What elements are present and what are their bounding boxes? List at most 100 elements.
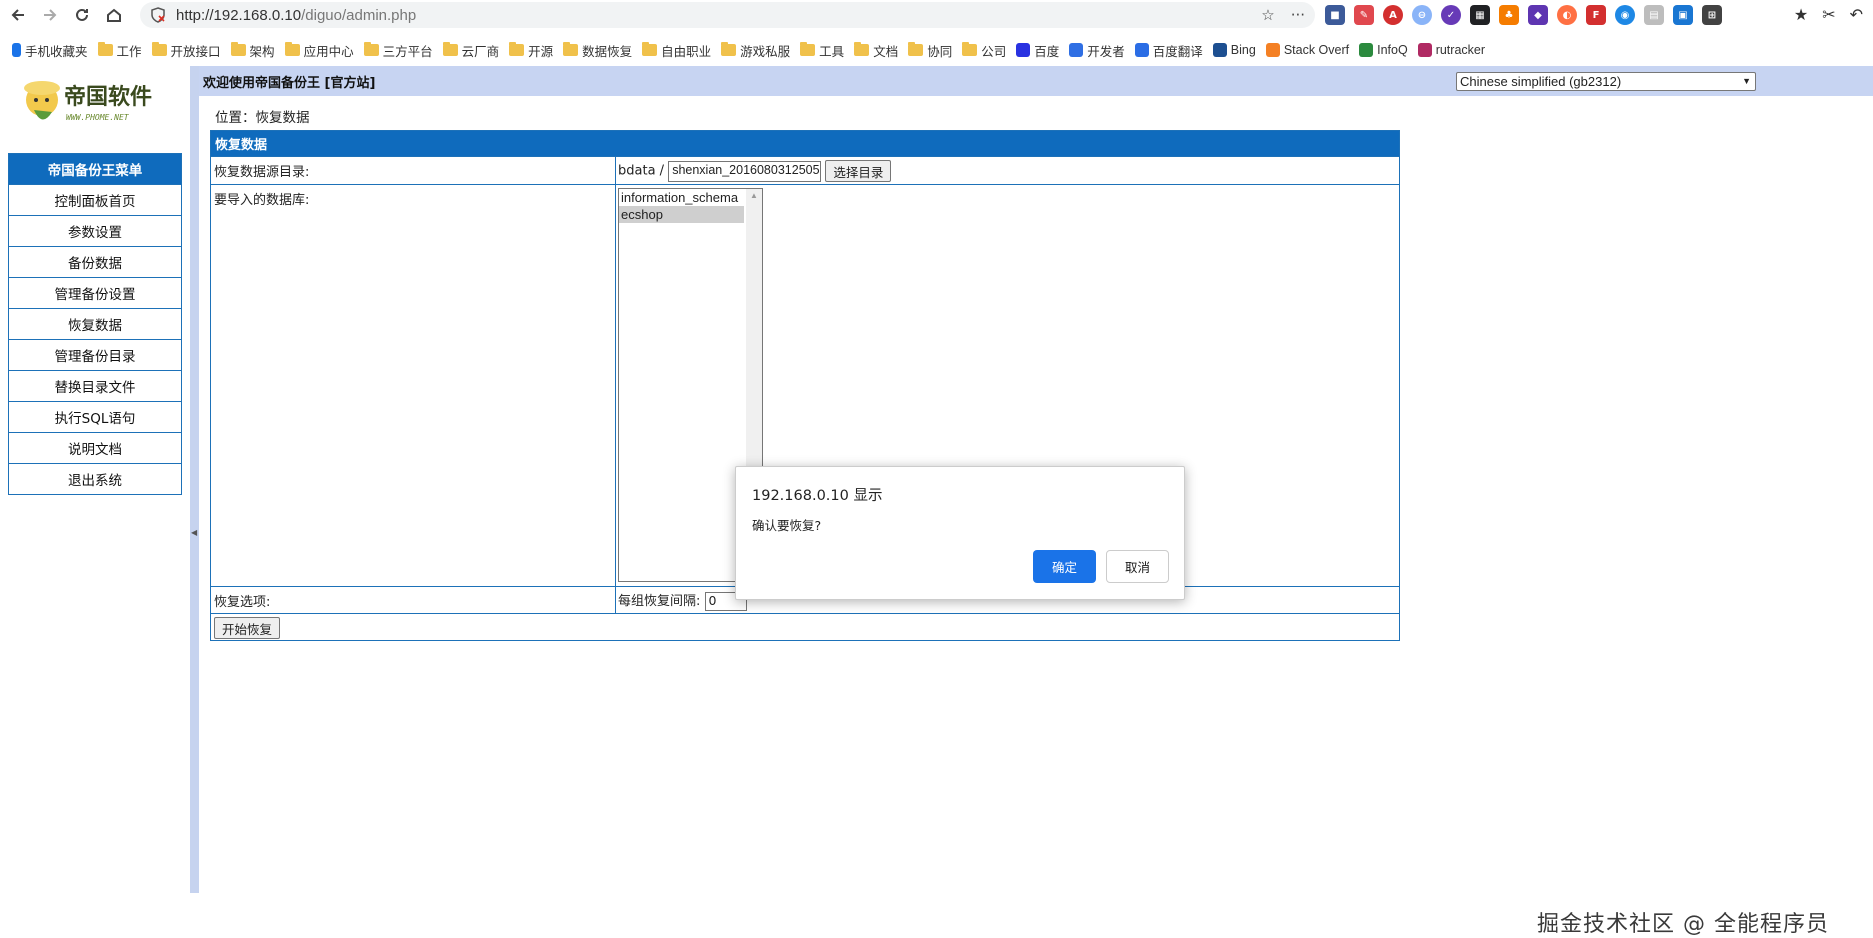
bookmark-label: 协同: [927, 44, 953, 59]
extension-icon[interactable]: ⊞: [1702, 5, 1722, 25]
extension-icon[interactable]: ▦: [1470, 5, 1490, 25]
bookmark-item[interactable]: 架构: [230, 41, 275, 60]
bookmark-item[interactable]: 工作: [97, 41, 142, 60]
bookmark-label: 三方平台: [382, 44, 433, 59]
bookmark-label: 百度翻译: [1152, 44, 1203, 59]
folder-icon: [962, 42, 978, 56]
bookmark-item[interactable]: 百度: [1016, 41, 1059, 60]
bookmark-label: Stack Overf: [1283, 43, 1350, 57]
sidebar-item-manage-backup-settings[interactable]: 管理备份设置: [9, 277, 181, 308]
bookmark-item[interactable]: 云厂商: [442, 41, 500, 60]
favicon-icon: [1212, 43, 1227, 57]
forward-icon[interactable]: [36, 1, 64, 29]
address-bar[interactable]: http://192.168.0.10/diguo/admin.php ☆ ··…: [140, 2, 1315, 28]
extension-icon[interactable]: ✎: [1354, 5, 1374, 25]
sidebar-item-control-panel[interactable]: 控制面板首页: [9, 184, 181, 215]
extension-icon[interactable]: ■: [1325, 5, 1345, 25]
source-dir-prefix: bdata /: [618, 163, 665, 179]
extension-icon[interactable]: ◉: [1615, 5, 1635, 25]
options-label: 恢复选项:: [211, 587, 616, 613]
bookmark-item[interactable]: InfoQ: [1359, 43, 1408, 57]
bookmark-item[interactable]: 自由职业: [642, 41, 711, 60]
menu-title: 帝国备份王菜单: [9, 154, 181, 184]
bookmark-label: 应用中心: [303, 44, 354, 59]
choose-dir-button[interactable]: 选择目录: [825, 160, 892, 182]
bookmark-item[interactable]: 应用中心: [284, 41, 354, 60]
bookmark-item[interactable]: 开发者: [1069, 41, 1125, 60]
bookmark-item[interactable]: 三方平台: [363, 41, 433, 60]
bookmark-item[interactable]: rutracker: [1417, 43, 1485, 57]
sidebar-item-replace-dir-files[interactable]: 替换目录文件: [9, 370, 181, 401]
bookmark-item[interactable]: 协同: [908, 41, 952, 60]
sidebar-item-manage-backup-dirs[interactable]: 管理备份目录: [9, 339, 181, 370]
language-select[interactable]: Chinese simplified (gb2312) ▼: [1456, 72, 1756, 91]
collapse-arrow-icon[interactable]: ◀: [191, 528, 197, 537]
bookmark-label: 架构: [249, 44, 275, 59]
bookmark-label: 公司: [981, 44, 1007, 59]
database-option-selected[interactable]: ecshop: [619, 206, 744, 223]
sidebar-item-docs[interactable]: 说明文档: [9, 432, 181, 463]
tools-icon[interactable]: ✂: [1822, 5, 1835, 24]
scroll-up-icon[interactable]: ▲: [750, 191, 758, 200]
panel-title: 恢复数据: [211, 131, 1399, 156]
bookmark-item[interactable]: Stack Overf: [1265, 43, 1350, 57]
extension-icon[interactable]: A: [1383, 5, 1403, 25]
security-warning-icon[interactable]: [150, 7, 166, 23]
bookmark-item[interactable]: 游戏私服: [721, 41, 790, 60]
favicon-icon: [1069, 43, 1084, 57]
sidebar-item-execute-sql[interactable]: 执行SQL语句: [9, 401, 181, 432]
start-restore-button[interactable]: 开始恢复: [214, 617, 281, 639]
extension-icon[interactable]: ♣: [1499, 5, 1519, 25]
undo-icon[interactable]: ↶: [1850, 5, 1863, 24]
extension-icon[interactable]: ◆: [1528, 5, 1548, 25]
sidebar-item-logout[interactable]: 退出系统: [9, 463, 181, 494]
source-dir-input[interactable]: shenxian_20160803125056: [668, 160, 822, 182]
bookmark-label: 游戏私服: [740, 44, 791, 59]
bookmark-label: 开放接口: [170, 44, 221, 59]
back-icon[interactable]: [4, 1, 32, 29]
db-label: 要导入的数据库:: [211, 185, 616, 586]
bookmark-label: 云厂商: [461, 44, 500, 59]
bookmark-item[interactable]: 数据恢复: [563, 41, 632, 60]
bookmark-item[interactable]: 文档: [854, 41, 898, 60]
sidebar-item-backup[interactable]: 备份数据: [9, 246, 181, 277]
mobile-icon: [12, 43, 21, 57]
cancel-button[interactable]: 取消: [1106, 550, 1169, 583]
url-text: http://192.168.0.10/diguo/admin.php: [176, 6, 417, 24]
bookmark-item[interactable]: 百度翻译: [1134, 41, 1203, 60]
bookmark-item[interactable]: 手机收藏夹: [12, 41, 88, 60]
sidebar-item-settings[interactable]: 参数设置: [9, 215, 181, 246]
sidebar: 帝国软件 WWW.PHOME.NET 帝国备份王菜单 控制面板首页 参数设置 备…: [0, 66, 190, 893]
bookmark-star-icon[interactable]: ☆: [1261, 6, 1274, 24]
folder-icon: [800, 42, 816, 56]
reload-icon[interactable]: [68, 1, 96, 29]
browser-toolbar: http://192.168.0.10/diguo/admin.php ☆ ··…: [0, 0, 1873, 30]
folder-icon: [563, 42, 579, 56]
bookmark-label: Bing: [1230, 43, 1256, 57]
sidebar-item-restore[interactable]: 恢复数据: [9, 308, 181, 339]
bookmark-item[interactable]: 工具: [800, 41, 844, 60]
extension-icon[interactable]: ✓: [1441, 5, 1461, 25]
bookmark-label: 文档: [873, 44, 899, 59]
dialog-title: 192.168.0.10 显示: [752, 488, 883, 504]
favorites-icon[interactable]: ★: [1794, 5, 1808, 24]
folder-icon: [854, 42, 870, 56]
extension-icon[interactable]: ◐: [1557, 5, 1577, 25]
bookmarks-bar: 手机收藏夹 工作 开放接口 架构 应用中心 三方平台 云厂商 开源 数据恢复 自由职业 游戏私服 工具…: [0, 36, 1873, 64]
extension-icon[interactable]: ▣: [1673, 5, 1693, 25]
folder-icon: [509, 42, 525, 56]
more-icon[interactable]: ···: [1291, 6, 1305, 24]
bookmark-item[interactable]: Bing: [1212, 43, 1256, 57]
bookmark-item[interactable]: 开放接口: [151, 41, 221, 60]
database-option[interactable]: information_schema: [619, 189, 744, 206]
home-icon[interactable]: [100, 1, 128, 29]
ok-button[interactable]: 确定: [1033, 550, 1096, 583]
bookmark-item[interactable]: 开源: [509, 41, 553, 60]
extension-icon[interactable]: ⊖: [1412, 5, 1432, 25]
frame-splitter[interactable]: ◀: [190, 66, 199, 893]
bookmark-item[interactable]: 公司: [962, 41, 1006, 60]
extension-icon[interactable]: ▤: [1644, 5, 1664, 25]
extension-icon[interactable]: F: [1586, 5, 1606, 25]
favicon-icon: [1134, 43, 1149, 57]
phome-logo: 帝国软件 WWW.PHOME.NET: [24, 81, 152, 122]
